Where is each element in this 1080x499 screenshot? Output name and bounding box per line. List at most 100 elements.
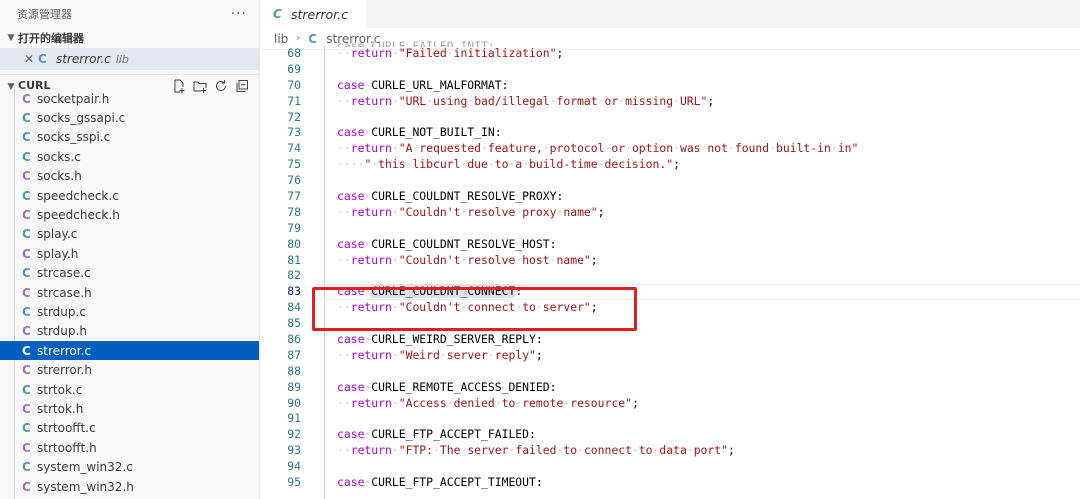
whitespace-dot: · bbox=[556, 443, 564, 458]
file-item[interactable]: Cstrtoofft.c bbox=[0, 419, 259, 438]
open-editors-label: 打开的编辑器 bbox=[18, 32, 84, 45]
open-editor-item[interactable]: ✕ C strerror.c lib bbox=[0, 48, 259, 70]
c-file-icon: C bbox=[22, 111, 31, 126]
keyword-case: case bbox=[337, 379, 365, 394]
line-number: 95 bbox=[287, 475, 301, 490]
file-item[interactable]: Csocks.h bbox=[0, 167, 259, 186]
file-item[interactable]: Cstrcase.h bbox=[0, 283, 259, 302]
colon: : bbox=[556, 189, 564, 204]
tab-strerror-c[interactable]: C strerror.c bbox=[260, 0, 367, 28]
file-item[interactable]: Cstrdup.c bbox=[0, 302, 259, 321]
line-number: 83 bbox=[287, 284, 301, 299]
code-line[interactable]: 94 bbox=[260, 459, 1080, 475]
line-number: 93 bbox=[287, 443, 301, 458]
code-line[interactable]: 88 bbox=[260, 364, 1080, 380]
code-line[interactable]: 78 ··return·"Couldn't·resolve·proxy·name"… bbox=[260, 205, 1080, 221]
whitespace-dot: ·· bbox=[337, 347, 351, 362]
c-file-icon: C bbox=[273, 7, 282, 21]
c-file-icon: C bbox=[22, 266, 31, 281]
code-text: ····"·this·libcurl·due·to·a·build-time·d… bbox=[337, 157, 680, 173]
whitespace-dot: · bbox=[481, 141, 488, 156]
code-line[interactable]: 70 case·CURLE_URL_MALFORMAT: bbox=[260, 78, 1080, 94]
file-name: speedcheck.h bbox=[37, 208, 120, 223]
file-item[interactable]: Cstrerror.h bbox=[0, 360, 259, 379]
file-item[interactable]: Csocks_gssapi.c bbox=[0, 108, 259, 127]
semicolon: ; bbox=[707, 93, 715, 108]
line-number: 72 bbox=[287, 109, 301, 124]
code-line[interactable]: 87 ··return·"Weird·server·reply"; bbox=[260, 348, 1080, 364]
code-line[interactable]: 75 ····"·this·libcurl·due·to·a·build-time… bbox=[260, 157, 1080, 173]
file-item[interactable]: Csystem_win32.c bbox=[0, 457, 259, 476]
code-line[interactable]: 93 ··return·"FTP:·The·server·failed·to·co… bbox=[260, 443, 1080, 459]
whitespace-dot: · bbox=[433, 443, 440, 458]
code-line[interactable]: 72 bbox=[260, 110, 1080, 126]
code-line[interactable]: 68 ··return·"Failed·initialization"; bbox=[260, 46, 1080, 62]
semicolon: ; bbox=[673, 157, 680, 172]
code-line[interactable]: 81 ··return·"Couldn't·resolve·host·name"; bbox=[260, 253, 1080, 269]
file-item[interactable]: Cstrerror.c bbox=[0, 341, 259, 361]
breadcrumb-folder[interactable]: lib bbox=[274, 32, 288, 46]
file-item[interactable]: Csocketpair.h bbox=[0, 89, 259, 108]
whitespace-dot: ·· bbox=[337, 252, 351, 267]
file-item[interactable]: Csocks.c bbox=[0, 147, 259, 166]
code-text: case·CURLE_COULDNT_RESOLVE_HOST: bbox=[337, 237, 556, 253]
file-name: strdup.c bbox=[37, 304, 86, 319]
colon: : bbox=[549, 379, 557, 394]
code-line[interactable]: 86 case·CURLE_WEIRD_SERVER_REPLY: bbox=[260, 332, 1080, 348]
colon: : bbox=[535, 475, 543, 490]
code-line[interactable]: 89 case·CURLE_REMOTE_ACCESS_DENIED: bbox=[260, 380, 1080, 396]
code-line[interactable]: 71 ··return·"URL·using·bad/illegal·format… bbox=[260, 94, 1080, 110]
c-file-icon: C bbox=[22, 460, 31, 475]
explorer-header: 资源管理器 ··· bbox=[0, 0, 259, 28]
h-file-icon: C bbox=[22, 169, 31, 184]
file-item[interactable]: Cspeedcheck.h bbox=[0, 205, 259, 224]
code-line[interactable]: 80 case·CURLE_COULDNT_RESOLVE_HOST: bbox=[260, 237, 1080, 253]
code-line[interactable]: 74 ··return·"A·requested·feature,·protoco… bbox=[260, 141, 1080, 157]
c-file-icon: C bbox=[22, 149, 31, 164]
file-name: strtoofft.c bbox=[37, 421, 96, 436]
case-identifier: CURLE_WEIRD_SERVER_REPLY bbox=[371, 332, 536, 347]
semicolon: ; bbox=[727, 443, 735, 458]
whitespace-dot: · bbox=[631, 443, 639, 458]
code-line[interactable]: 95 case·CURLE_FTP_ACCEPT_TIMEOUT: bbox=[260, 475, 1080, 491]
file-item[interactable]: Cstrtoofft.h bbox=[0, 438, 259, 457]
line-number: 78 bbox=[287, 204, 301, 219]
code-line[interactable]: 92 case·CURLE_FTP_ACCEPT_FAILED: bbox=[260, 427, 1080, 443]
close-icon[interactable]: ✕ bbox=[24, 52, 38, 66]
open-editors-section[interactable]: ▼ 打开的编辑器 bbox=[0, 28, 259, 48]
more-actions-icon[interactable]: ··· bbox=[231, 6, 247, 22]
file-item[interactable]: Cstrcase.c bbox=[0, 264, 259, 283]
keyword-return: return bbox=[350, 252, 392, 267]
chevron-down-icon: ▼ bbox=[7, 33, 15, 43]
code-line[interactable]: 76 bbox=[260, 173, 1080, 189]
whitespace-dot: · bbox=[391, 46, 399, 60]
code-editor[interactable]: case CURLE_FAILED_INIT: 68 ··return·"Fail… bbox=[260, 39, 1080, 491]
line-number: 86 bbox=[287, 332, 301, 347]
file-item[interactable]: Cstrdup.h bbox=[0, 322, 259, 341]
code-line[interactable]: 77 case·CURLE_COULDNT_RESOLVE_PROXY: bbox=[260, 189, 1080, 205]
whitespace-dot: · bbox=[446, 395, 454, 410]
file-item[interactable]: Csystem_win32.h bbox=[0, 477, 259, 496]
file-name: strtoofft.h bbox=[37, 440, 97, 455]
file-item[interactable]: Csplay.h bbox=[0, 244, 259, 263]
code-line[interactable]: 79 bbox=[260, 221, 1080, 237]
file-name: splay.h bbox=[37, 246, 79, 261]
file-item[interactable]: Csocks_sspi.c bbox=[0, 128, 259, 147]
code-line[interactable]: 69 bbox=[260, 62, 1080, 78]
file-item[interactable]: Cstrtok.c bbox=[0, 380, 259, 399]
code-text: ··return·"Couldn't·resolve·host·name"; bbox=[337, 253, 598, 269]
whitespace-dot: · bbox=[460, 443, 468, 458]
whitespace-dot: ·· bbox=[337, 46, 351, 60]
whitespace-dot: · bbox=[426, 93, 434, 108]
code-line[interactable]: 90 ··return·"Access·denied·to·remote·reso… bbox=[260, 396, 1080, 412]
file-item[interactable]: Cspeedcheck.c bbox=[0, 186, 259, 205]
code-line[interactable]: 82 bbox=[260, 268, 1080, 284]
colon: : bbox=[549, 236, 557, 251]
keyword-case: case bbox=[337, 189, 365, 204]
code-line[interactable]: 73 case·CURLE_NOT_BUILT_IN: bbox=[260, 125, 1080, 141]
file-item[interactable]: Csplay.c bbox=[0, 225, 259, 244]
code-line[interactable]: 91 bbox=[260, 411, 1080, 427]
line-number: 92 bbox=[287, 427, 301, 442]
whitespace-dot: · bbox=[542, 141, 550, 156]
file-item[interactable]: Cstrtok.h bbox=[0, 399, 259, 418]
